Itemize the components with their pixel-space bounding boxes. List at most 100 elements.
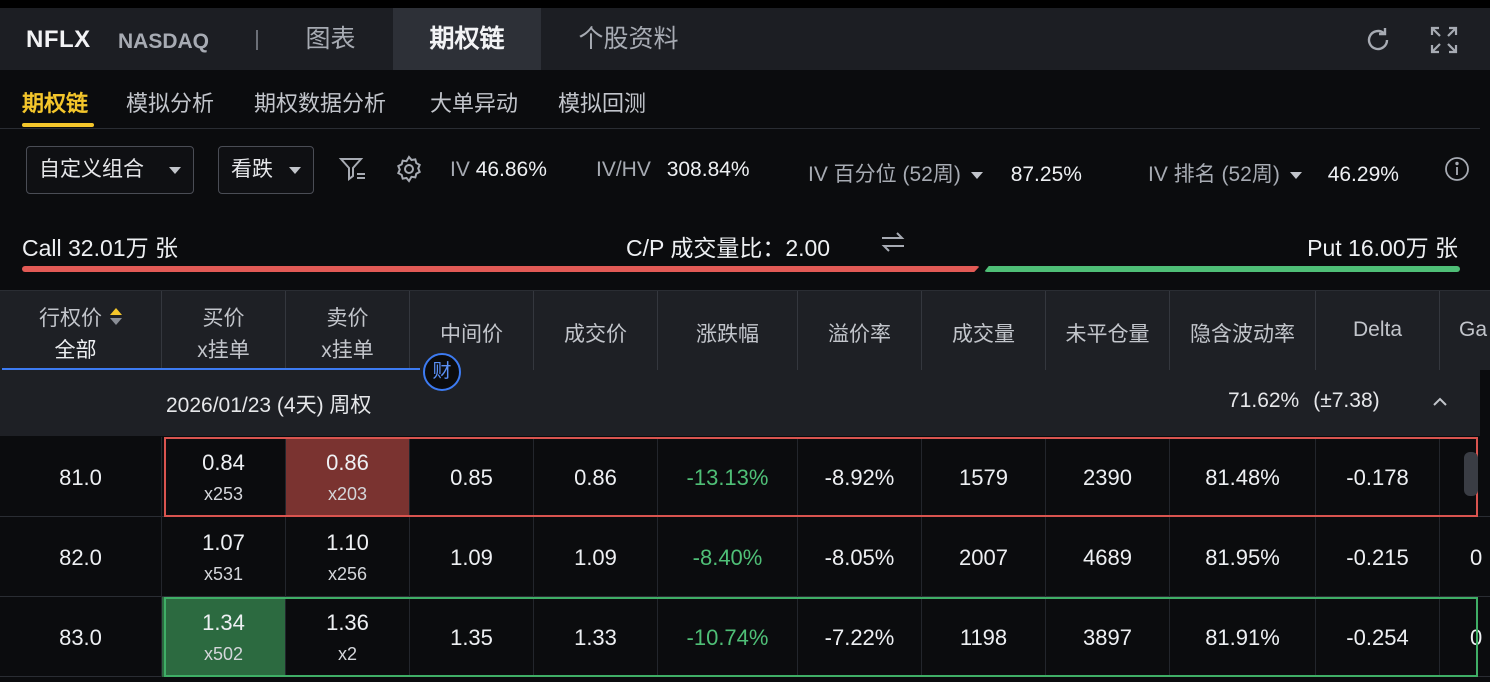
- iv-label: IV: [450, 158, 470, 181]
- fullscreen-icon[interactable]: [1428, 24, 1460, 56]
- table-row[interactable]: 82.0 1.07 x531 1.10 x256 1.09 1.09 -8.40% …: [0, 517, 1490, 597]
- delta-cell: -0.215: [1316, 517, 1440, 597]
- sort-icon[interactable]: [110, 308, 122, 326]
- refresh-icon[interactable]: [1362, 24, 1394, 56]
- subtab-option-data-analysis[interactable]: 期权数据分析: [254, 86, 386, 118]
- gamma-cell: 0: [1470, 545, 1483, 570]
- col-premium[interactable]: 溢价率: [798, 291, 922, 371]
- exchange-label: NASDAQ: [118, 30, 210, 53]
- subtab-option-chain[interactable]: 期权链: [22, 86, 88, 118]
- strategy-dropdown-value: 自定义组合: [39, 158, 144, 181]
- premium-cell: -8.92%: [798, 437, 922, 517]
- iv-rank-value: 46.29%: [1327, 163, 1399, 186]
- col-volume-label: 成交量: [952, 323, 1015, 346]
- col-implied-vol[interactable]: 隐含波动率: [1170, 291, 1316, 371]
- expiry-group-row[interactable]: 2026/01/23 (4天) 周权 71.62% (±7.38): [0, 370, 1480, 436]
- col-bid-sub: x挂单: [197, 339, 250, 362]
- col-gamma[interactable]: Ga: [1440, 291, 1490, 371]
- table-row[interactable]: 83.0 1.34 x502 1.36 x2 1.35 1.33 -10.74% -…: [0, 597, 1490, 677]
- chevron-down-icon: [169, 167, 181, 174]
- iv-value: 46.86%: [475, 158, 547, 181]
- iv-cell: 81.91%: [1170, 597, 1316, 677]
- swap-icon[interactable]: [880, 230, 906, 254]
- col-ask-sub: x挂单: [321, 339, 374, 362]
- chevron-up-icon[interactable]: [1430, 392, 1450, 412]
- strike-filter[interactable]: 全部: [0, 334, 161, 364]
- col-open-interest[interactable]: 未平仓量: [1046, 291, 1170, 371]
- direction-dropdown[interactable]: 看跌: [218, 146, 314, 194]
- earnings-badge[interactable]: 财: [423, 353, 461, 391]
- top-header: NFLX NASDAQ 图表 期权链 个股资料: [0, 0, 1490, 70]
- col-change[interactable]: 涨跌幅: [658, 291, 798, 371]
- change-cell: -8.40%: [658, 517, 798, 597]
- strategy-dropdown[interactable]: 自定义组合: [26, 146, 194, 194]
- col-strike-label: 行权价: [0, 302, 161, 332]
- tab-stock-profile[interactable]: 个股资料: [541, 8, 716, 70]
- ask-cell[interactable]: 0.86 x203: [286, 437, 410, 517]
- direction-dropdown-value: 看跌: [231, 158, 273, 181]
- iv-stat: IV 46.86%: [450, 158, 547, 182]
- col-last-label: 成交价: [564, 323, 627, 346]
- col-bid-label: 买价: [202, 307, 245, 330]
- chevron-down-icon: [970, 171, 983, 179]
- col-ask[interactable]: 卖价 x挂单: [286, 291, 410, 371]
- subtab-unusual-activity[interactable]: 大单异动: [430, 86, 518, 118]
- change-cell: -13.13%: [658, 437, 798, 517]
- call-volume-bar: [22, 266, 980, 272]
- active-subtab-indicator: [22, 123, 94, 127]
- iv-cell: 81.48%: [1170, 437, 1316, 517]
- mid-cell: 1.09: [410, 517, 534, 597]
- last-cell: 1.33: [534, 597, 658, 677]
- volume-cell: 1198: [922, 597, 1046, 677]
- col-delta-label: Delta: [1352, 318, 1403, 341]
- ask-cell[interactable]: 1.36 x2: [286, 597, 410, 677]
- col-ask-label: 卖价: [326, 307, 369, 330]
- iv-percentile-label: IV 百分位 (52周): [808, 163, 961, 186]
- mid-cell: 1.35: [410, 597, 534, 677]
- table-header: 行权价 全部 买价 x挂单 卖价 x挂单 中间价 成交价 涨跌幅 溢价率 成交量…: [0, 290, 1490, 371]
- oi-cell: 3897: [1046, 597, 1170, 677]
- expiry-date: 2026/01/23 (4天) 周权: [166, 394, 372, 417]
- bid-cell[interactable]: 0.84 x253: [162, 437, 286, 517]
- iv-rank-stat[interactable]: IV 排名 (52周) 46.29%: [1148, 158, 1399, 188]
- settings-gear-icon[interactable]: [394, 154, 424, 184]
- info-icon[interactable]: [1444, 156, 1470, 182]
- bid-cell[interactable]: 1.07 x531: [162, 517, 286, 597]
- iv-rank-label: IV 排名 (52周): [1148, 163, 1280, 186]
- last-cell: 0.86: [534, 437, 658, 517]
- volume-cell: 1579: [922, 437, 1046, 517]
- tab-chart[interactable]: 图表: [268, 8, 393, 70]
- delta-cell: -0.178: [1316, 437, 1440, 517]
- col-delta[interactable]: Delta: [1316, 291, 1440, 371]
- table-row[interactable]: 81.0 0.84 x253 0.86 x203 0.85 0.86 -13.13%…: [0, 437, 1490, 517]
- ticker-symbol: NFLX: [26, 26, 91, 53]
- volume-cell: 2007: [922, 517, 1046, 597]
- subtab-simulation[interactable]: 模拟分析: [126, 86, 214, 118]
- gamma-cell: 0: [1470, 625, 1483, 650]
- subtab-backtest[interactable]: 模拟回测: [558, 86, 646, 118]
- col-gamma-label: Ga: [1459, 318, 1488, 341]
- vertical-scrollbar[interactable]: [1464, 452, 1478, 496]
- col-bid[interactable]: 买价 x挂单: [162, 291, 286, 371]
- ask-cell[interactable]: 1.10 x256: [286, 517, 410, 597]
- put-volume-text: Put 16.00万 张: [1307, 235, 1458, 261]
- expiry-iv: 71.62% (±7.38): [1228, 389, 1380, 412]
- filter-icon[interactable]: [338, 154, 368, 184]
- tab-option-chain[interactable]: 期权链: [393, 8, 541, 70]
- col-strike[interactable]: 行权价 全部: [0, 291, 162, 371]
- bid-cell[interactable]: 1.34 x502: [162, 597, 286, 677]
- iv-percentile-stat[interactable]: IV 百分位 (52周) 87.25%: [808, 158, 1082, 188]
- col-iv-label: 隐含波动率: [1190, 323, 1295, 346]
- ivhv-stat: IV/HV 308.84%: [596, 158, 750, 182]
- divider: [0, 128, 1480, 129]
- ivhv-value: 308.84%: [666, 158, 750, 181]
- col-volume[interactable]: 成交量: [922, 291, 1046, 371]
- chevron-down-icon: [1289, 171, 1302, 179]
- iv-percentile-value: 87.25%: [1010, 163, 1082, 186]
- oi-cell: 4689: [1046, 517, 1170, 597]
- col-last[interactable]: 成交价: [534, 291, 658, 371]
- cp-ratio-text: C/P 成交量比：2.00: [626, 235, 831, 261]
- chevron-down-icon: [289, 167, 301, 174]
- delta-cell: -0.254: [1316, 597, 1440, 677]
- iv-cell: 81.95%: [1170, 517, 1316, 597]
